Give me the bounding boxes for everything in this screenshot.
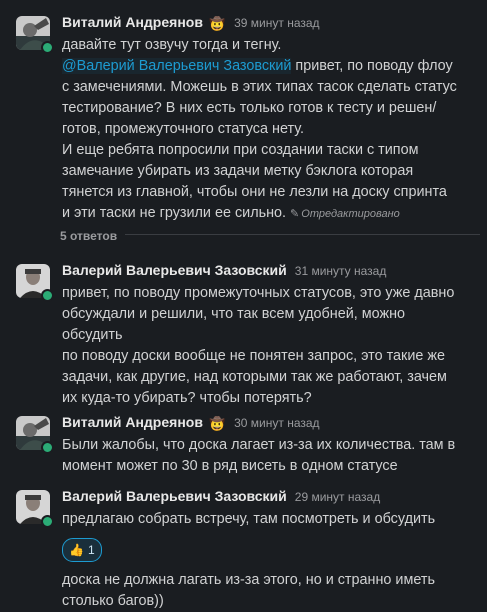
- reaction-thumbs-up[interactable]: 👍 1: [62, 538, 102, 562]
- avatar[interactable]: [16, 416, 54, 454]
- replies-count: 5 ответов: [60, 226, 126, 247]
- avatar[interactable]: [16, 264, 54, 302]
- message-text: Были жалобы, что доска лагает из-за их к…: [62, 437, 456, 474]
- timestamp[interactable]: 29 минут назад: [295, 490, 380, 504]
- reaction-count: 1: [87, 542, 95, 557]
- message-text: предлагаю собрать встречу, там посмотрет…: [62, 511, 436, 527]
- presence-active-icon: [41, 515, 54, 528]
- presence-active-icon: [41, 289, 54, 302]
- user-mention[interactable]: @Валерий Валерьевич Зазовский: [62, 58, 292, 74]
- author-name[interactable]: Виталий Андреянов: [62, 414, 203, 430]
- avatar[interactable]: [16, 16, 54, 54]
- presence-active-icon: [41, 441, 54, 454]
- timestamp[interactable]: 30 минут назад: [234, 416, 319, 430]
- presence-active-icon: [41, 41, 54, 54]
- cowboy-status-icon: 🤠: [208, 416, 226, 431]
- author-name[interactable]: Валерий Валерьевич Зазовский: [62, 262, 287, 278]
- message-text: давайте тут озвучу тогда и тегну. @Валер…: [62, 37, 457, 221]
- pencil-icon: ✎: [290, 208, 300, 220]
- message-text: доска не должна лагать из-за этого, но и…: [62, 572, 435, 609]
- cowboy-status-icon: 🤠: [208, 16, 226, 31]
- timestamp[interactable]: 31 минуту назад: [295, 264, 387, 278]
- thumbs-up-icon: 👍: [69, 542, 84, 557]
- replies-divider: 5 ответов: [60, 226, 480, 247]
- author-name[interactable]: Валерий Валерьевич Зазовский: [62, 488, 287, 504]
- timestamp[interactable]: 39 минут назад: [234, 16, 319, 30]
- edited-label: Отредактировано: [301, 208, 400, 220]
- avatar[interactable]: [16, 490, 54, 528]
- author-name[interactable]: Виталий Андреянов: [62, 14, 203, 30]
- message-text: привет, по поводу промежуточных статусов…: [62, 285, 455, 406]
